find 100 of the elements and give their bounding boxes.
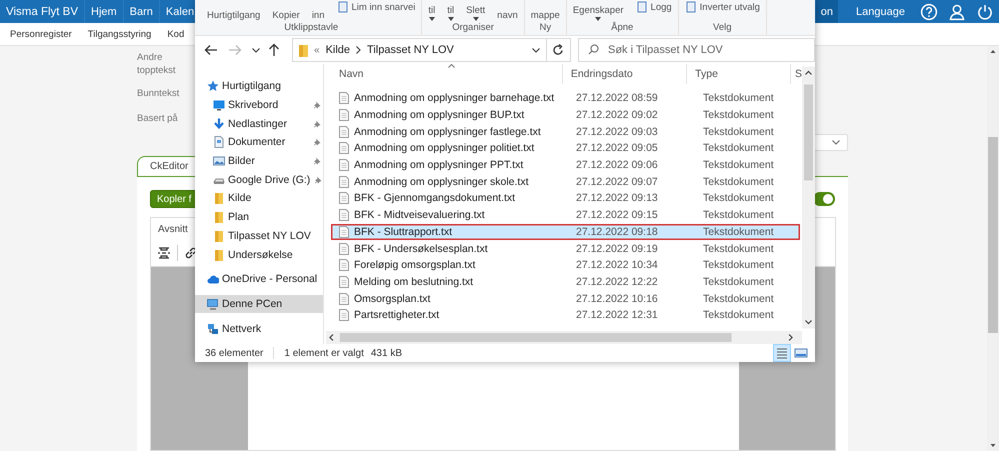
ribbon-button[interactable]: mappe <box>530 10 560 21</box>
file-name: BFK - Sluttrapport.txt <box>354 226 452 238</box>
caret-icon <box>428 17 435 21</box>
file-date: 27.12.2022 10:34 <box>575 259 659 272</box>
group-label: Velg <box>712 22 733 34</box>
back-arrow-icon[interactable] <box>204 44 218 56</box>
navigation-item[interactable]: Undersøkelse <box>195 245 323 264</box>
navigation-item[interactable]: Tilpasset NY LOV <box>195 226 323 246</box>
file-row[interactable]: Anmodning om opplysninger barnehage.txt 27.12.2022 08:59 Tekstdokument <box>331 90 800 107</box>
ribbon-button[interactable]: Slett <box>466 5 486 21</box>
ribbon-button[interactable]: Egenskaper <box>572 5 624 21</box>
ribbon-button[interactable]: Logg <box>636 1 672 13</box>
chevron-down-icon[interactable] <box>252 48 260 52</box>
breadcrumb[interactable]: Kilde <box>326 44 350 56</box>
file-row[interactable]: Anmodning om opplysninger skole.txt 27.12.2022 09:07 Tekstdokument <box>331 173 800 190</box>
file-name: Anmodning om opplysninger skole.txt <box>354 176 529 188</box>
ribbon-button[interactable]: inn <box>312 10 324 21</box>
ribbon-button[interactable]: Lim inn snarvei <box>336 1 416 13</box>
file-row[interactable]: Omsorgsplan.txt 27.12.2022 10:16 Tekstdokument <box>331 290 800 307</box>
file-date: 27.12.2022 12:31 <box>575 309 659 322</box>
field-label: Andre topptekst <box>137 51 177 77</box>
file-row[interactable]: Anmodning om opplysninger politiet.txt 27.12.2022 09:05 Tekstdokument <box>331 140 800 157</box>
file-icon <box>636 1 648 13</box>
search-field[interactable]: Søk i Tilpasset NY LOV <box>578 38 815 62</box>
file-row[interactable]: Anmodning om opplysninger fastlege.txt 27.12.2022 09:03 Tekstdokument <box>331 123 800 140</box>
file-icon <box>684 1 697 13</box>
file-name: Partsrettigheter.txt <box>354 309 440 322</box>
details-view-icon[interactable] <box>774 345 790 361</box>
file-date: 27.12.2022 09:02 <box>575 109 659 122</box>
ribbon-button[interactable]: til <box>428 5 436 21</box>
refresh-button[interactable] <box>546 38 571 62</box>
sub-nav-link[interactable]: Personregister <box>10 28 72 40</box>
navigation-item[interactable]: Nedlastinger <box>195 114 323 134</box>
breadcrumb[interactable]: Tilpasset NY LOV <box>367 44 454 56</box>
power-icon[interactable] <box>976 2 994 20</box>
text-file-icon <box>339 209 349 222</box>
page-break-icon[interactable] <box>157 246 171 260</box>
ribbon-button[interactable]: navn <box>497 10 518 21</box>
navigation-item[interactable]: Denne PCen <box>195 294 323 314</box>
file-row[interactable]: Anmodning om opplysninger PPT.txt 27.12.2022 09:06 Tekstdokument <box>331 156 800 174</box>
sub-nav-link[interactable]: Tilgangsstyring <box>88 28 152 40</box>
column-header[interactable]: Type <box>687 64 791 84</box>
vertical-scrollbar[interactable] <box>802 64 815 331</box>
navigation-item[interactable]: Hurtigtilgang <box>195 77 323 96</box>
file-name: BFK - Undersøkelsesplan.txt <box>354 242 488 255</box>
file-type: Tekstdokument <box>702 259 774 272</box>
file-type: Tekstdokument <box>702 192 774 204</box>
ribbon-button[interactable]: til <box>447 5 454 21</box>
file-type: Tekstdokument <box>702 142 774 154</box>
file-date: 27.12.2022 09:06 <box>575 159 659 172</box>
file-date: 27.12.2022 09:19 <box>575 242 659 255</box>
file-name: Anmodning om opplysninger BUP.txt <box>354 109 524 122</box>
user-icon[interactable] <box>948 2 966 20</box>
format-dropdown[interactable]: Avsnitt <box>151 218 194 240</box>
file-row[interactable]: BFK - Midtveisevaluering.txt 27.12.2022 09:15 Tekstdokument <box>331 206 800 224</box>
ribbon-button[interactable]: Hurtigtilgang <box>207 10 260 21</box>
file-row[interactable]: Melding om beslutning.txt 27.12.2022 12:22 Tekstdokument <box>331 274 800 290</box>
horizontal-scrollbar[interactable] <box>326 331 802 344</box>
ribbon-button[interactable]: Inverter utvalg <box>684 1 760 13</box>
file-type: Tekstdokument <box>702 109 774 122</box>
help-icon[interactable] <box>920 2 938 20</box>
caret-icon <box>448 17 454 21</box>
folder-icon <box>213 211 225 224</box>
chevron-down-icon[interactable] <box>532 48 540 52</box>
up-arrow-icon[interactable] <box>268 43 280 57</box>
column-header[interactable]: Navn <box>331 64 563 84</box>
group-label: Åpne <box>610 22 634 34</box>
file-name: Anmodning om opplysninger fastlege.txt <box>354 126 541 138</box>
file-row[interactable]: BFK - Gjennomgangsdokument.txt 27.12.2022 09:13 Tekstdokument <box>331 190 800 207</box>
column-header[interactable]: Endringsdato <box>562 64 688 84</box>
file-date: 27.12.2022 09:15 <box>575 209 659 222</box>
computer-icon <box>207 298 219 310</box>
file-row[interactable]: Foreløpig omsorgsplan.txt 27.12.2022 10:34 Tekstdokument <box>331 256 800 274</box>
text-file-icon <box>339 176 349 188</box>
folder-icon <box>299 44 308 56</box>
caret-icon <box>595 17 602 21</box>
group-label: Utklippstavle <box>283 22 340 34</box>
navigation-item[interactable]: Skrivebord <box>195 96 323 114</box>
network-icon <box>207 322 219 335</box>
navigation-item[interactable]: Dokumenter <box>195 133 323 152</box>
group-label: Ny <box>538 22 552 34</box>
picture-icon <box>213 155 225 168</box>
ribbon-button[interactable]: Kopier <box>272 10 300 21</box>
navigation-item[interactable]: Plan <box>195 208 323 226</box>
navigation-item[interactable]: Nettverk <box>195 319 323 338</box>
file-row[interactable]: BFK - Sluttrapport.txt 27.12.2022 09:18 Tekstdokument <box>331 224 800 240</box>
file-row[interactable]: Anmodning om opplysninger BUP.txt 27.12.2022 09:02 Tekstdokument <box>331 106 800 124</box>
toggle-switch[interactable] <box>813 192 835 206</box>
file-row[interactable]: Partsrettigheter.txt 27.12.2022 12:31 Tekstdokument <box>331 306 800 324</box>
navigation-item[interactable]: OneDrive - Personal <box>195 270 323 289</box>
sub-nav-link[interactable]: Kod <box>167 28 184 40</box>
text-file-icon <box>339 109 349 122</box>
address-field[interactable]: « Kilde Tilpasset NY LOV <box>292 38 547 62</box>
column-header[interactable]: S <box>790 64 802 84</box>
overflow-chevron[interactable]: « <box>314 44 320 56</box>
link-icon[interactable] <box>184 246 198 260</box>
file-date: 27.12.2022 09:05 <box>575 142 659 154</box>
nav-link[interactable]: Language <box>846 0 915 23</box>
file-row[interactable]: BFK - Undersøkelsesplan.txt 27.12.2022 09:19 Tekstdokument <box>331 240 800 257</box>
nav-link[interactable]: on <box>816 0 838 23</box>
